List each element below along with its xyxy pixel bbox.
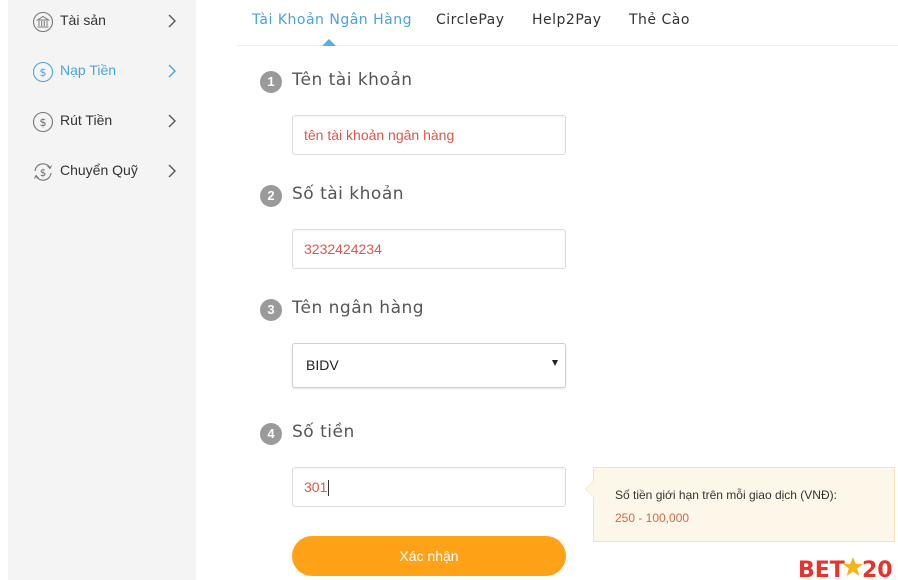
- sidebar-item-rut-tien[interactable]: $ Rút Tiền: [8, 100, 196, 150]
- deposit-icon: $: [32, 61, 54, 83]
- tab-scratch-card[interactable]: Thẻ Cào: [629, 12, 690, 28]
- confirm-button[interactable]: Xác nhận: [292, 536, 566, 576]
- step-number: 4: [260, 423, 282, 445]
- amount-limit-tooltip: Số tiền giới hạn trên mỗi giao dịch (VNĐ…: [585, 467, 895, 542]
- sidebar-item-nap-tien[interactable]: $ Nạp Tiền: [8, 50, 196, 100]
- step-label-bank-name: Tên ngân hàng: [292, 298, 425, 318]
- sidebar-item-label: Nạp Tiền: [60, 62, 117, 78]
- svg-text:$: $: [40, 66, 47, 79]
- svg-text:$: $: [40, 116, 47, 129]
- step-number: 3: [260, 299, 282, 321]
- bet20-logo: BET 20: [798, 557, 893, 580]
- svg-text:$: $: [40, 168, 46, 179]
- step-number: 2: [260, 185, 282, 207]
- transfer-icon: $: [34, 163, 52, 181]
- bank-select-value: BIDV: [306, 357, 339, 373]
- sidebar-item-chuyen-quy[interactable]: $ Chuyển Quỹ: [8, 150, 196, 200]
- withdraw-icon: $: [32, 111, 54, 133]
- chevron-right-icon: [168, 164, 176, 178]
- chevron-right-icon: [168, 114, 176, 128]
- tab-bank-account[interactable]: Tài Khoản Ngân Hàng: [252, 12, 412, 28]
- dropdown-arrow-icon: [552, 360, 558, 366]
- active-tab-indicator: [322, 39, 336, 46]
- sidebar-item-label: Chuyển Quỹ: [60, 162, 138, 178]
- step-label-account-name: Tên tài khoản: [292, 70, 413, 90]
- account-number-input[interactable]: 3232424234: [292, 229, 566, 269]
- amount-input-value: 301: [304, 479, 328, 495]
- logo-text-left: BET: [798, 558, 845, 580]
- step-label-account-number: Số tài khoản: [292, 184, 405, 204]
- sidebar-item-label: Tài sản: [60, 12, 106, 28]
- account-name-input[interactable]: tên tài khoản ngân hàng: [292, 115, 566, 155]
- bank-select[interactable]: BIDV: [292, 343, 566, 388]
- amount-limit-range: 250 - 100,000: [615, 511, 690, 525]
- sidebar: Tài sản $ Nạp Tiền $ Rút Tiền $ Chuyển Q…: [8, 0, 196, 580]
- bank-icon: [32, 11, 54, 33]
- step-label-amount: Số tiền: [292, 422, 355, 442]
- logo-text-right: 20: [862, 558, 893, 580]
- payment-method-tabs: Tài Khoản Ngân Hàng CirclePay Help2Pay T…: [237, 0, 898, 46]
- text-cursor: [328, 480, 330, 497]
- sidebar-item-tai-san[interactable]: Tài sản: [8, 0, 196, 50]
- sidebar-item-label: Rút Tiền: [60, 112, 113, 128]
- tab-help2pay[interactable]: Help2Pay: [532, 12, 602, 28]
- amount-input[interactable]: 301: [292, 467, 566, 507]
- chevron-right-icon: [168, 14, 176, 28]
- tooltip-arrow-fill: [586, 481, 594, 497]
- star-icon: [843, 557, 863, 576]
- chevron-right-icon: [168, 64, 176, 78]
- tab-circlepay[interactable]: CirclePay: [436, 12, 505, 28]
- step-number: 1: [260, 71, 282, 93]
- amount-limit-text: Số tiền giới hạn trên mỗi giao dịch (VNĐ…: [615, 488, 837, 502]
